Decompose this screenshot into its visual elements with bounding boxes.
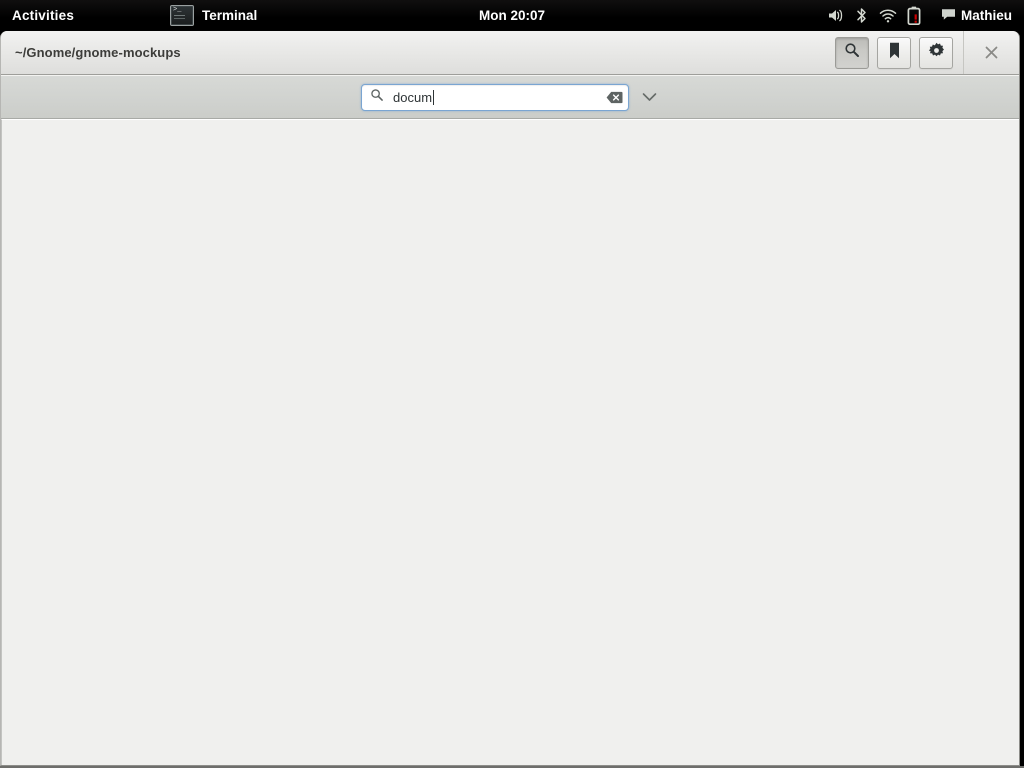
search-input-value: docum [393, 89, 433, 105]
gnome-top-bar: Activities Terminal Mon 20:07 [0, 0, 1024, 31]
bookmark-icon [889, 42, 900, 64]
text-cursor [433, 89, 435, 105]
terminal-icon [170, 4, 195, 26]
file-browser-window: ~/Gnome/gnome-mockups docum [0, 31, 1020, 766]
clear-text-icon[interactable] [605, 89, 623, 105]
app-menu-button[interactable]: Terminal [170, 0, 257, 31]
activities-label: Activities [12, 7, 75, 23]
chat-bubble-icon [941, 8, 956, 24]
search-button[interactable] [835, 36, 869, 69]
search-input-value-wrapper[interactable]: docum [384, 89, 605, 105]
volume-icon[interactable] [823, 0, 849, 31]
gear-icon [928, 42, 945, 64]
wifi-icon[interactable] [875, 0, 901, 31]
settings-button[interactable] [919, 36, 953, 69]
activities-button[interactable]: Activities [0, 0, 88, 31]
search-icon [370, 88, 384, 107]
search-input[interactable]: docum [361, 83, 629, 111]
clock-label: Mon 20:07 [478, 7, 546, 23]
chevron-down-icon[interactable] [639, 87, 659, 107]
window-header-bar: ~/Gnome/gnome-mockups [1, 31, 1019, 75]
user-name-label: Mathieu [960, 8, 1012, 23]
close-button[interactable] [978, 39, 1006, 67]
user-menu-button[interactable]: Mathieu [927, 0, 1016, 31]
bluetooth-icon[interactable] [849, 0, 875, 31]
app-menu-label: Terminal [202, 7, 258, 23]
search-bar: docum [1, 75, 1019, 119]
search-icon [844, 42, 860, 63]
header-bar-actions [835, 31, 1019, 74]
window-title: ~/Gnome/gnome-mockups [15, 45, 181, 60]
status-area[interactable]: Mathieu [823, 0, 1024, 31]
bookmark-button[interactable] [877, 36, 911, 69]
close-button-area [963, 31, 1019, 74]
battery-caution-icon[interactable] [901, 0, 927, 31]
file-list-content-area[interactable] [1, 119, 1019, 765]
